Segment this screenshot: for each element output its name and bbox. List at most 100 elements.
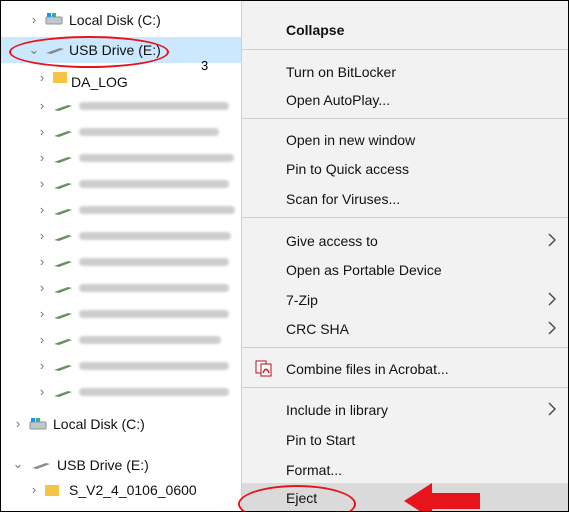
menu-item-open-autoplay[interactable]: Open AutoPlay... <box>242 85 568 115</box>
chevron-down-icon[interactable]: ⌄ <box>11 457 25 471</box>
blurred-row[interactable]: › <box>1 93 241 119</box>
menu-item-collapse[interactable]: Collapse <box>242 15 568 45</box>
acrobat-icon <box>255 360 272 377</box>
network-drive-icon <box>54 339 72 345</box>
menu-label: Open in new window <box>286 132 416 148</box>
menu-label: Format... <box>286 462 343 478</box>
local-disk-icon <box>29 418 47 430</box>
blurred-row[interactable]: › <box>1 145 241 171</box>
blurred-label <box>79 310 229 318</box>
chevron-right-icon[interactable]: › <box>27 13 41 27</box>
blurred-row[interactable]: › <box>1 223 241 249</box>
blurred-row[interactable]: › <box>1 301 241 327</box>
menu-separator <box>242 347 568 348</box>
screenshot-frame: › Local Disk (C:) ⌄ USB Drive (E:) › DA_… <box>0 0 569 512</box>
nav-label: USB Drive (E:) <box>57 457 149 473</box>
chevron-right-icon[interactable]: › <box>11 417 25 431</box>
blurred-row[interactable]: › <box>1 171 241 197</box>
nav-label: S_V2_4_0106_0600 <box>69 482 197 498</box>
submenu-arrow-icon <box>548 402 556 416</box>
blurred-label <box>79 102 229 110</box>
chevron-right-icon[interactable]: › <box>35 151 49 165</box>
chevron-right-icon[interactable]: › <box>27 483 41 497</box>
menu-label: Pin to Start <box>286 432 356 448</box>
blurred-row[interactable]: › <box>1 379 241 405</box>
chevron-right-icon[interactable]: › <box>35 177 49 191</box>
menu-item-include-library[interactable]: Include in library <box>242 395 568 425</box>
chevron-right-icon[interactable]: › <box>35 125 49 139</box>
menu-item-scan-viruses[interactable]: Scan for Viruses... <box>242 184 568 214</box>
annotation-ellipse-usb-drive <box>9 36 169 68</box>
blurred-label <box>79 154 234 162</box>
submenu-arrow-icon <box>548 292 556 306</box>
blurred-row[interactable]: › <box>1 119 241 145</box>
chevron-right-icon[interactable]: › <box>35 255 49 269</box>
menu-label: Scan for Viruses... <box>286 191 401 207</box>
network-drive-icon <box>54 261 72 267</box>
nav-item-usb-drive-bottom[interactable]: ⌄ USB Drive (E:) <box>1 451 241 477</box>
menu-item-give-access[interactable]: Give access to <box>242 226 568 256</box>
nav-item-local-disk-bottom[interactable]: › Local Disk (C:) <box>1 411 241 437</box>
chevron-right-icon[interactable]: › <box>35 71 49 85</box>
menu-item-open-new-window[interactable]: Open in new window <box>242 125 568 155</box>
blurred-label <box>79 206 235 214</box>
blurred-label <box>79 180 229 188</box>
menu-label: Open as Portable Device <box>286 262 442 278</box>
blurred-row[interactable]: › <box>1 327 241 353</box>
network-drive-icon <box>54 209 72 215</box>
menu-separator <box>242 118 568 119</box>
menu-item-open-portable-device[interactable]: Open as Portable Device <box>242 255 568 285</box>
chevron-right-icon[interactable]: › <box>35 307 49 321</box>
menu-label: 7-Zip <box>286 292 318 308</box>
menu-label: Combine files in Acrobat... <box>286 361 449 377</box>
nav-label: Local Disk (C:) <box>53 416 145 432</box>
network-drive-icon <box>54 313 72 319</box>
menu-item-pin-quick-access[interactable]: Pin to Quick access <box>242 154 568 184</box>
chevron-right-icon[interactable]: › <box>35 281 49 295</box>
menu-item-crc-sha[interactable]: CRC SHA <box>242 314 568 344</box>
network-drive-icon <box>54 365 72 371</box>
chevron-right-icon[interactable]: › <box>35 385 49 399</box>
menu-item-pin-start[interactable]: Pin to Start <box>242 425 568 455</box>
nav-item-s-v2-folder[interactable]: › S_V2_4_0106_0600 <box>1 477 241 503</box>
blurred-row[interactable]: › <box>1 197 241 223</box>
menu-label: Open AutoPlay... <box>286 92 391 108</box>
chevron-right-icon[interactable]: › <box>35 359 49 373</box>
usb-drive-icon <box>32 463 50 469</box>
blurred-row[interactable]: › <box>1 353 241 379</box>
blurred-label <box>79 336 221 344</box>
annotation-arrow-icon <box>404 483 480 511</box>
nav-item-local-disk-top[interactable]: › Local Disk (C:) <box>1 7 241 33</box>
chevron-right-icon[interactable]: › <box>35 203 49 217</box>
blurred-row[interactable]: › <box>1 275 241 301</box>
menu-separator <box>242 217 568 218</box>
context-menu[interactable]: Collapse Turn on BitLocker Open AutoPlay… <box>238 1 568 511</box>
chevron-right-icon[interactable]: › <box>35 229 49 243</box>
blurred-label <box>79 258 229 266</box>
blurred-label <box>79 232 231 240</box>
network-drive-icon <box>54 105 72 111</box>
blurred-label <box>79 388 229 396</box>
submenu-arrow-icon <box>548 321 556 335</box>
menu-label: Include in library <box>286 402 388 418</box>
annotation-number: 3 <box>201 58 209 73</box>
menu-item-7zip[interactable]: 7-Zip <box>242 285 568 315</box>
network-drive-icon <box>54 131 72 137</box>
network-drive-icon <box>54 287 72 293</box>
folder-icon <box>53 72 67 83</box>
folder-icon <box>45 485 59 496</box>
menu-item-combine-acrobat[interactable]: Combine files in Acrobat... <box>242 354 568 384</box>
menu-label: CRC SHA <box>286 321 350 337</box>
chevron-right-icon[interactable]: › <box>35 333 49 347</box>
blurred-label <box>79 284 229 292</box>
blurred-label <box>79 128 219 136</box>
menu-separator <box>242 49 568 50</box>
local-disk-icon <box>45 13 63 25</box>
blurred-row[interactable]: › <box>1 249 241 275</box>
menu-separator <box>242 387 568 388</box>
navigation-pane[interactable]: › Local Disk (C:) ⌄ USB Drive (E:) › DA_… <box>1 1 241 511</box>
nav-label: Local Disk (C:) <box>69 12 161 28</box>
chevron-right-icon[interactable]: › <box>35 99 49 113</box>
menu-item-turn-on-bitlocker[interactable]: Turn on BitLocker <box>242 57 568 87</box>
submenu-arrow-icon <box>548 233 556 247</box>
